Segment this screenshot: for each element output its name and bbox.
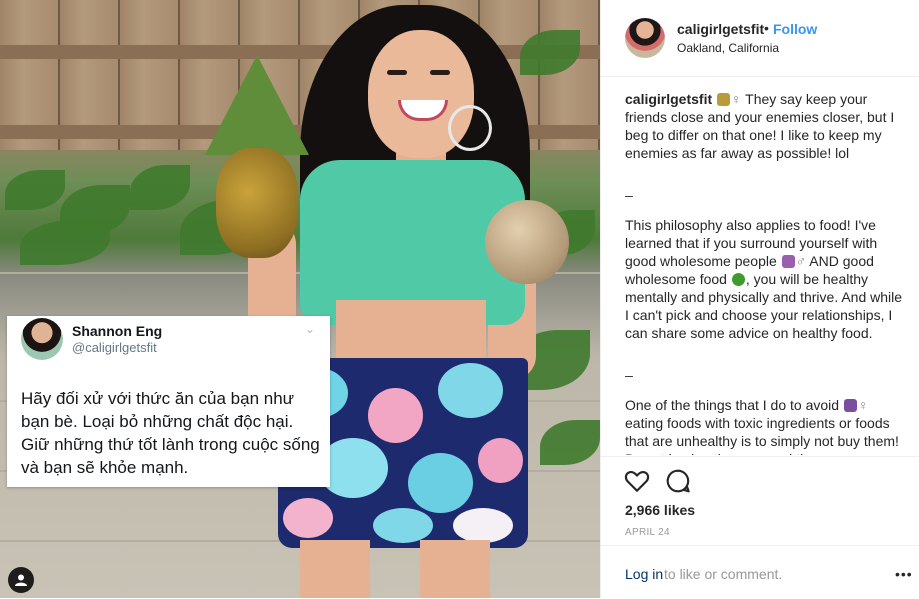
male-sign-icon: ♂ [795,253,807,269]
comment-bar: Log in to like or comment. ••• [601,545,919,599]
hoop-earring [448,105,492,151]
leaf [5,170,65,210]
more-options-icon[interactable]: ••• [895,566,913,582]
two-people-emoji-icon [717,93,731,106]
separator-dot: • [764,20,769,36]
post-header: caligirlgetsfit • Follow Oakland, Califo… [601,0,919,77]
caption-text: eating foods with toxic ingredients or f… [625,415,899,455]
heart-outline-icon[interactable] [624,468,650,494]
leg [420,540,490,598]
caption-paragraph: One of the things that I do to avoid ♀ e… [625,396,905,455]
flower [453,508,513,543]
leaf [130,165,190,210]
flower [368,388,423,443]
chevron-down-icon: ⌄ [305,322,316,336]
midriff [336,300,486,365]
post-date[interactable]: APRIL 24 [625,527,670,538]
eye [430,70,450,75]
likes-count[interactable]: 2,966 likes [625,502,695,518]
post-photo: Shannon Eng @caligirlgetsfit ⌄ Hãy đối x… [0,0,600,598]
user-tag-button[interactable] [8,567,34,593]
flower [283,498,333,538]
tweet-card: Shannon Eng @caligirlgetsfit ⌄ Hãy đối x… [7,316,330,487]
caption: caligirlgetsfit ♀ They say keep your fri… [625,90,905,455]
tweet-text: Hãy đối xử với thức ăn của bạn như bạn b… [21,389,320,477]
leaf [540,420,600,465]
follow-button[interactable]: Follow [773,21,817,37]
pineapple-crown [205,55,309,155]
login-prompt-text: to like or comment. [664,566,783,582]
leg [300,540,370,598]
caption-username[interactable]: caligirlgetsfit [625,91,712,107]
flower [478,438,523,483]
action-bar: 2,966 likes APRIL 24 [601,456,919,547]
caption-separator: _ [625,361,633,377]
female-sign-icon: ♀ [857,397,869,413]
username-link[interactable]: caligirlgetsfit [677,21,764,37]
eye [387,70,407,75]
tweet-avatar [21,318,63,360]
caption-paragraph: caligirlgetsfit ♀ They say keep your fri… [625,90,905,162]
broccoli-emoji-icon [731,273,745,286]
flower [408,453,473,513]
post-side-panel: caligirlgetsfit • Follow Oakland, Califo… [600,0,919,598]
flower [373,508,433,543]
pineapple [216,148,298,258]
caption-text: One of the things that I do to avoid [625,397,840,413]
flower [438,363,503,418]
location-link[interactable]: Oakland, California [677,41,779,55]
leaf [20,220,110,265]
speech-bubble-icon[interactable] [665,468,691,494]
login-link[interactable]: Log in [625,566,663,582]
avatar[interactable] [625,18,665,58]
tweet-author-name: Shannon Eng [72,323,163,339]
caption-separator: _ [625,181,633,197]
caption-paragraph: This philosophy also applies to food! I'… [625,216,905,342]
person-gesturing-emoji-icon [781,255,795,268]
person-gesturing-no-emoji-icon [843,399,857,412]
coconut [485,200,569,284]
female-sign-icon: ♀ [731,91,742,107]
tweet-author-handle: @caligirlgetsfit [72,340,157,355]
person-icon [15,574,27,586]
